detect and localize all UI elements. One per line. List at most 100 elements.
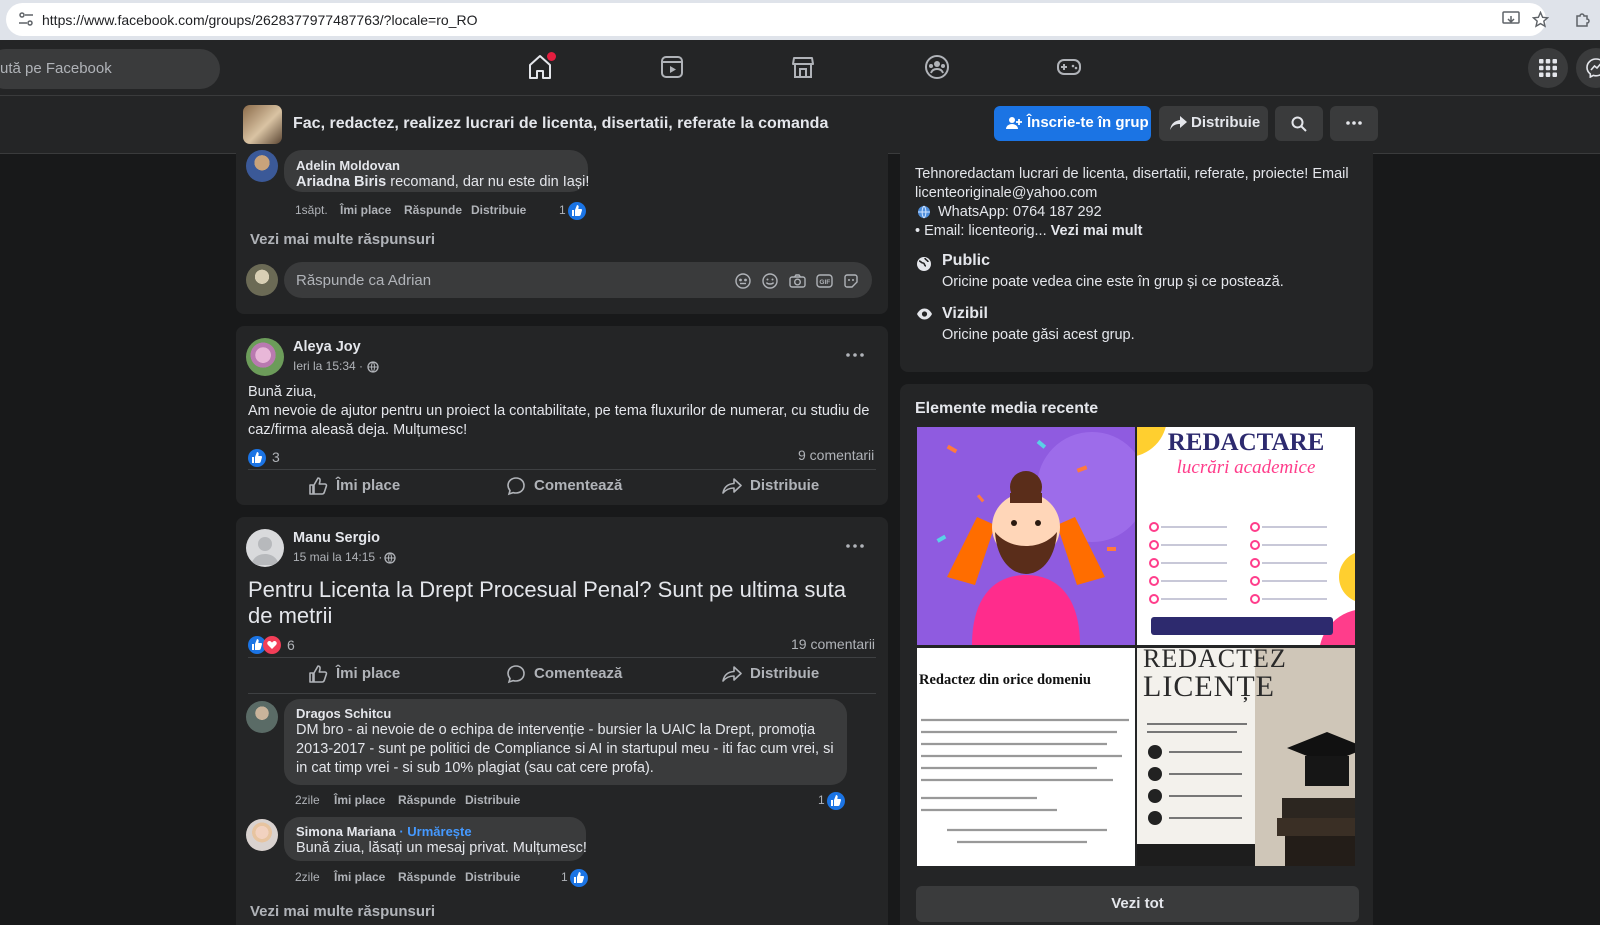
menu-grid-icon: [1539, 59, 1557, 77]
comment-share-link[interactable]: Distribuie: [471, 203, 526, 217]
like-button[interactable]: Îmi place: [308, 665, 418, 685]
media-tile-title: Redactez din orice domeniu: [919, 672, 1091, 688]
messenger-button[interactable]: [1576, 48, 1600, 88]
gaming-icon[interactable]: [1056, 54, 1082, 80]
gif-icon[interactable]: GIF: [816, 273, 833, 289]
comment-reply-link[interactable]: Răspunde: [398, 793, 456, 807]
share-group-button[interactable]: Distribuie: [1159, 106, 1268, 141]
comment-share-link[interactable]: Distribuie: [465, 793, 520, 807]
avatar[interactable]: [246, 529, 284, 567]
share-arrow-icon: [1170, 116, 1187, 130]
media-thumbnail[interactable]: REDACTEZ LICENȚE: [1137, 648, 1355, 866]
privacy-description: Oricine poate vedea cine este în grup și…: [942, 274, 1284, 290]
media-tile-title: REDACTARE: [1167, 429, 1325, 456]
see-all-media-button[interactable]: Vezi tot: [916, 886, 1359, 922]
share-label: Distribuie: [750, 665, 820, 682]
like-button[interactable]: Îmi place: [308, 477, 418, 497]
see-more-link[interactable]: Vezi mai mult: [1051, 223, 1143, 239]
comment-button[interactable]: Comentează: [506, 665, 636, 685]
post-options-icon[interactable]: [846, 353, 864, 357]
more-replies-link[interactable]: Vezi mai multe răspunsuri: [250, 231, 435, 248]
install-app-icon[interactable]: [1502, 11, 1520, 27]
comment-icon: [507, 665, 525, 684]
comment-count[interactable]: 19 comentarii: [791, 636, 875, 652]
comment-time[interactable]: 2zile: [295, 870, 320, 884]
group-title[interactable]: Fac, redactez, realizez lucrari de licen…: [293, 115, 828, 133]
comment-time[interactable]: 1săpt.: [295, 203, 328, 217]
email-text: • Email: licenteorig...: [915, 223, 1047, 239]
camera-icon[interactable]: [789, 273, 806, 289]
more-replies-link[interactable]: Vezi mai multe răspunsuri: [250, 903, 435, 920]
video-icon[interactable]: [660, 54, 684, 80]
current-user-avatar[interactable]: [246, 264, 278, 296]
add-people-icon: [1006, 117, 1022, 129]
menu-grid-button[interactable]: [1528, 48, 1568, 88]
comment-reply-link[interactable]: Răspunde: [404, 203, 462, 217]
avatar[interactable]: [246, 701, 278, 733]
email-line: • Email: licenteorig... Vezi mai mult: [915, 223, 1143, 239]
post-options-icon[interactable]: [846, 544, 864, 548]
comment-text-line: in cat timp vrei - si sub 10% plagiat (s…: [296, 760, 654, 776]
media-thumbnail[interactable]: Redactez din orice domeniu: [917, 648, 1135, 866]
like-reaction-icon: [568, 202, 586, 220]
comment-reply-link[interactable]: Răspunde: [398, 870, 456, 884]
comment-body: recomand, dar nu este din Iași!: [386, 174, 590, 190]
post-time[interactable]: 15 mai la 14:15 ·: [293, 550, 382, 564]
browser-toolbar: https://www.facebook.com/groups/26283779…: [0, 0, 1600, 40]
address-bar[interactable]: https://www.facebook.com/groups/26283779…: [6, 3, 1549, 36]
comment-like-link[interactable]: Îmi place: [334, 870, 385, 884]
comment-reaction-count[interactable]: 1: [818, 793, 825, 807]
like-label: Îmi place: [336, 665, 401, 682]
post-time[interactable]: Ieri la 15:34 ·: [293, 359, 363, 373]
avatar[interactable]: [246, 819, 278, 851]
more-dots-icon: [1346, 121, 1362, 125]
comment-reaction-count[interactable]: 1: [561, 870, 568, 884]
post-text-line: caz/firma aleasă deja. Mulțumesc!: [248, 422, 468, 438]
like-reaction-icon[interactable]: [248, 449, 266, 467]
post-text-line: Bună ziua,: [248, 384, 317, 400]
site-settings-icon[interactable]: [18, 11, 34, 27]
extensions-icon[interactable]: [1574, 10, 1592, 28]
comment-author[interactable]: Dragos Schitcu: [296, 706, 391, 721]
comment-author-name[interactable]: Simona Mariana: [296, 824, 396, 839]
reaction-count[interactable]: 6: [287, 637, 295, 653]
mentioned-user[interactable]: Ariadna Biris: [296, 174, 386, 190]
media-thumbnail[interactable]: REDACTARE lucrări academice: [1137, 427, 1355, 645]
comment-author: Simona Mariana · Urmărește: [296, 824, 472, 839]
follow-link[interactable]: · Urmărește: [399, 824, 471, 839]
comment-share-link[interactable]: Distribuie: [465, 870, 520, 884]
share-button[interactable]: Distribuie: [722, 477, 832, 497]
join-group-button[interactable]: Înscrie-te în grup: [994, 106, 1151, 141]
sticker-icon[interactable]: [843, 273, 859, 289]
comment-like-link[interactable]: Îmi place: [334, 793, 385, 807]
comment-author[interactable]: Adelin Moldovan: [296, 158, 400, 173]
avatar[interactable]: [246, 338, 284, 376]
group-search-button[interactable]: [1275, 106, 1323, 141]
comment-button[interactable]: Comentează: [506, 477, 636, 497]
eye-icon: [916, 307, 933, 321]
comment-text: Ariadna Biris recomand, dar nu este din …: [296, 174, 589, 190]
share-button[interactable]: Distribuie: [722, 665, 832, 685]
comment-time[interactable]: 2zile: [295, 793, 320, 807]
reaction-count[interactable]: 3: [272, 449, 280, 465]
emoji-icon[interactable]: [762, 273, 778, 289]
whatsapp-contact: WhatsApp: 0764 187 292: [938, 204, 1102, 220]
comment-like-link[interactable]: Îmi place: [340, 203, 391, 217]
love-reaction-icon[interactable]: [263, 636, 281, 654]
avatar-sticker-icon[interactable]: [735, 273, 751, 289]
avatar[interactable]: [246, 150, 278, 182]
comment-count[interactable]: 9 comentarii: [798, 447, 874, 463]
media-thumbnail[interactable]: [917, 427, 1135, 645]
comment-text-line: 2013-2017 - sunt pe politici de Complian…: [296, 741, 834, 757]
groups-icon[interactable]: [924, 54, 950, 80]
group-more-button[interactable]: [1330, 106, 1378, 141]
marketplace-icon[interactable]: [791, 54, 815, 80]
notification-dot: [547, 52, 556, 61]
comment-reaction-count[interactable]: 1: [559, 203, 566, 217]
bookmark-star-icon[interactable]: [1532, 11, 1549, 28]
facebook-search-input[interactable]: ută pe Facebook: [0, 49, 220, 89]
messenger-icon: [1586, 58, 1600, 78]
post-author[interactable]: Aleya Joy: [293, 339, 361, 355]
post-author[interactable]: Manu Sergio: [293, 530, 380, 546]
group-cover-thumbnail[interactable]: [243, 105, 282, 144]
